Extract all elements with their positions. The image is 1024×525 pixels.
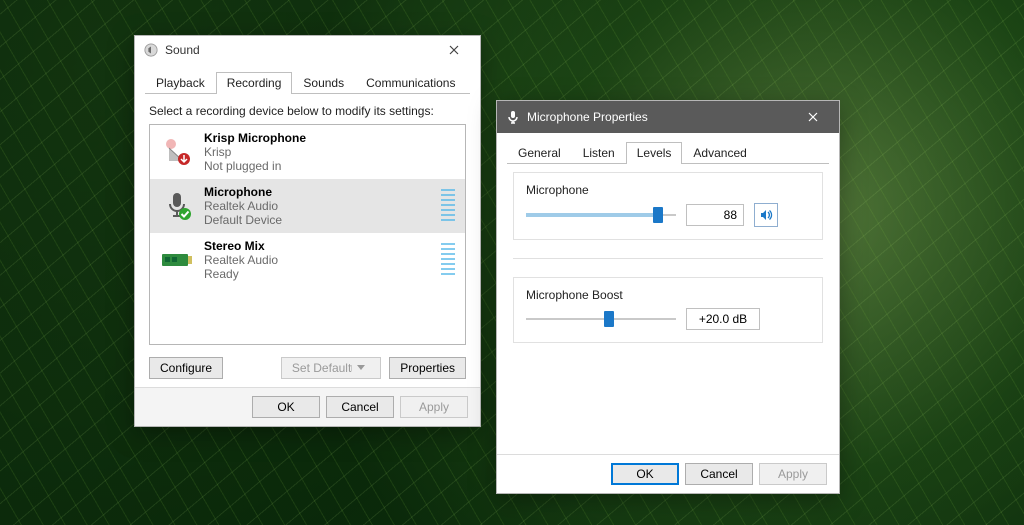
sound-window: Sound Playback Recording Sounds Communic… [134,35,481,427]
tab-communications[interactable]: Communications [355,72,466,94]
apply-button[interactable]: Apply [400,396,468,418]
list-item[interactable]: Microphone Realtek Audio Default Device [150,179,465,233]
device-status: Ready [204,267,431,281]
microphone-boost-value[interactable]: +20.0 dB [686,308,760,330]
divider [513,258,823,259]
mic-tabs: General Listen Levels Advanced [497,133,839,163]
microphone-properties-window: Microphone Properties General Listen Lev… [496,100,840,494]
microphone-level-group: Microphone 88 [513,172,823,240]
cancel-button[interactable]: Cancel [685,463,753,485]
list-item[interactable]: Stereo Mix Realtek Audio Ready [150,233,465,287]
sound-dialog-footer: OK Cancel Apply [135,387,480,426]
device-text: Stereo Mix Realtek Audio Ready [204,239,431,281]
ok-button[interactable]: OK [252,396,320,418]
device-name: Krisp Microphone [204,131,455,145]
configure-button[interactable]: Configure [149,357,223,379]
device-name: Stereo Mix [204,239,431,253]
properties-button[interactable]: Properties [389,357,466,379]
mic-titlebar[interactable]: Microphone Properties [497,101,839,133]
speaker-icon[interactable] [754,203,778,227]
chevron-down-icon[interactable] [351,365,370,371]
sound-window-title: Sound [165,43,200,57]
device-provider: Realtek Audio [204,253,431,267]
ok-button[interactable]: OK [611,463,679,485]
tab-levels[interactable]: Levels [626,142,683,164]
apply-button[interactable]: Apply [759,463,827,485]
microphone-window-icon [505,109,521,125]
device-provider: Realtek Audio [204,199,431,213]
device-name: Microphone [204,185,431,199]
sound-action-row: Configure Set Default Properties [135,351,480,387]
tab-sounds[interactable]: Sounds [292,72,355,94]
mic-dialog-footer: OK Cancel Apply [497,454,839,493]
list-item[interactable]: Krisp Microphone Krisp Not plugged in [150,125,465,179]
close-icon[interactable] [793,105,833,129]
microphone-boost-group: Microphone Boost +20.0 dB [513,277,823,343]
device-provider: Krisp [204,145,455,159]
set-default-button[interactable]: Set Default [281,357,381,379]
device-status: Default Device [204,213,431,227]
krisp-device-icon [160,135,194,169]
microphone-boost-slider[interactable] [526,309,676,329]
microphone-device-icon [160,189,194,223]
recording-instruction: Select a recording device below to modif… [135,94,480,124]
device-text: Microphone Realtek Audio Default Device [204,185,431,227]
mic-window-title: Microphone Properties [527,110,648,124]
device-text: Krisp Microphone Krisp Not plugged in [204,131,455,173]
microphone-boost-label: Microphone Boost [526,288,810,302]
tab-advanced[interactable]: Advanced [682,142,757,164]
microphone-level-label: Microphone [526,183,810,197]
level-meter-icon [441,243,455,277]
microphone-level-value[interactable]: 88 [686,204,744,226]
stereomix-device-icon [160,243,194,277]
recording-device-list[interactable]: Krisp Microphone Krisp Not plugged in Mi… [149,124,466,345]
tab-recording[interactable]: Recording [216,72,293,94]
sound-titlebar[interactable]: Sound [135,36,480,65]
close-icon[interactable] [434,40,474,61]
sound-window-icon [143,42,159,58]
cancel-button[interactable]: Cancel [326,396,394,418]
levels-panel: Microphone 88 Microphone [497,164,839,454]
level-meter-icon [441,189,455,223]
sound-tabs: Playback Recording Sounds Communications [135,65,480,94]
tab-general[interactable]: General [507,142,572,164]
set-default-label: Set Default [292,361,351,375]
device-status: Not plugged in [204,159,455,173]
tab-listen[interactable]: Listen [572,142,626,164]
microphone-level-slider[interactable] [526,205,676,225]
tab-playback[interactable]: Playback [145,72,216,94]
